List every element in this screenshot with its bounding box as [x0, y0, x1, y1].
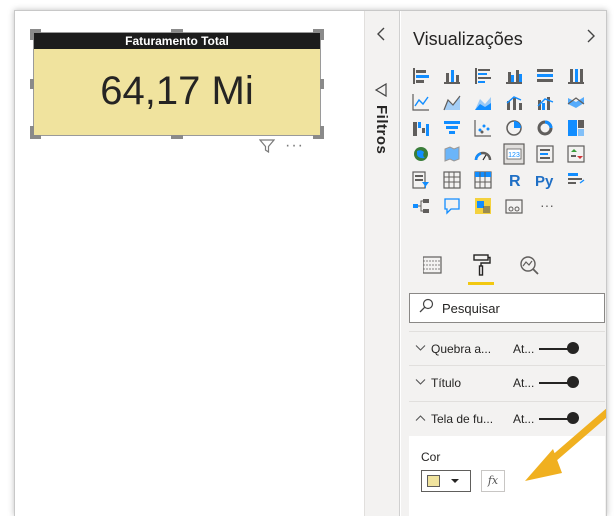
section-word-wrap[interactable]: Quebra a... At...	[409, 331, 605, 365]
fields-tab-icon[interactable]	[422, 256, 442, 274]
svg-text:Py: Py	[535, 173, 554, 190]
toggle-switch[interactable]	[567, 376, 579, 388]
section-state: At...	[513, 376, 535, 390]
section-state: At...	[513, 342, 535, 356]
svg-text:···: ···	[540, 197, 554, 213]
filled-map-icon[interactable]	[444, 146, 460, 162]
resize-handles-overlay[interactable]	[27, 26, 327, 146]
stacked-area-icon[interactable]	[475, 97, 491, 110]
line-chart-icon[interactable]	[412, 94, 429, 111]
chevron-down-icon[interactable]	[415, 341, 426, 355]
section-background[interactable]: Tela de fu... At...	[409, 401, 605, 435]
toggle-switch[interactable]	[567, 342, 579, 354]
gauge-icon[interactable]	[474, 151, 492, 161]
python-visual-icon[interactable]: Py	[535, 173, 554, 190]
multirow-card-icon[interactable]	[536, 145, 554, 163]
section-state: At...	[513, 412, 535, 426]
paginated-icon[interactable]	[505, 199, 523, 214]
pane-tabs	[422, 249, 573, 285]
powerbi-report-frame: Faturamento Total 64,17 Mi ··· Filtros V…	[14, 10, 607, 516]
toggle-switch[interactable]	[567, 412, 579, 424]
slicer-icon[interactable]	[412, 171, 429, 189]
chevron-down-icon[interactable]	[415, 375, 426, 389]
chevron-up-icon[interactable]	[415, 411, 426, 425]
svg-text:123: 123	[508, 152, 520, 159]
format-search-box[interactable]: Pesquisar	[409, 293, 605, 323]
donut-icon[interactable]	[537, 120, 553, 136]
conditional-format-fx-button[interactable]: fx	[481, 470, 505, 492]
pane-tab-icons	[422, 254, 539, 276]
filter-icon[interactable]	[258, 139, 276, 158]
analytics-tab-icon[interactable]	[520, 256, 539, 275]
chevron-left-icon[interactable]	[376, 27, 386, 46]
color-label: Cor	[421, 450, 441, 464]
matrix-icon[interactable]	[474, 171, 492, 189]
visualizations-title: Visualizações	[413, 29, 523, 49]
report-canvas[interactable]: Faturamento Total 64,17 Mi ···	[15, 11, 364, 516]
section-title[interactable]: Título At...	[409, 365, 605, 401]
clustered-column-icon[interactable]	[506, 70, 522, 84]
search-icon	[419, 298, 434, 318]
filters-label[interactable]: Filtros	[373, 105, 390, 154]
search-input[interactable]: Pesquisar	[442, 301, 500, 316]
clustered-bar-icon[interactable]	[475, 68, 491, 84]
section-label: Tela de fu...	[431, 412, 494, 426]
area-chart-icon[interactable]	[443, 95, 461, 111]
table-icon[interactable]	[443, 171, 461, 189]
line-clustered-icon[interactable]	[537, 97, 554, 110]
funnel-icon[interactable]	[444, 121, 460, 134]
100-column-icon[interactable]	[568, 69, 584, 84]
stacked-column-icon[interactable]	[444, 70, 460, 84]
100-bar-icon[interactable]	[537, 69, 553, 82]
filter-triangle-icon	[374, 82, 388, 101]
more-visuals-icon[interactable]: ···	[540, 197, 554, 213]
visual-gallery: 123 R Py ···	[411, 64, 601, 249]
scatter-icon[interactable]	[474, 120, 491, 137]
map-icon[interactable]	[414, 147, 428, 161]
kpi-icon[interactable]	[567, 145, 585, 163]
treemap-icon[interactable]	[568, 120, 584, 136]
filters-pane-collapsed[interactable]: Filtros	[364, 11, 400, 516]
waterfall-icon[interactable]	[413, 122, 429, 136]
visualizations-pane: Visualizações 123 R Py ··· Pesquisar Que…	[401, 11, 606, 516]
color-picker-dropdown[interactable]	[421, 470, 471, 492]
pie-icon[interactable]	[506, 120, 522, 136]
ribbon-chart-icon[interactable]	[567, 97, 585, 108]
smart-narrative-icon[interactable]	[475, 198, 491, 214]
stacked-bar-icon[interactable]	[413, 68, 429, 84]
more-options-icon[interactable]: ···	[285, 137, 304, 155]
section-label: Quebra a...	[431, 342, 492, 356]
color-swatch	[427, 475, 440, 487]
chevron-down-icon	[448, 473, 462, 492]
svg-text:R: R	[509, 173, 521, 190]
visual-gallery-icons: 123 R Py ···	[412, 68, 585, 215]
format-paint-roller-icon[interactable]	[473, 254, 491, 276]
line-column-icon[interactable]	[506, 96, 522, 110]
section-label: Título	[431, 376, 462, 390]
chevron-right-icon[interactable]	[586, 29, 596, 48]
active-tab-indicator	[468, 282, 494, 285]
key-influencers-icon[interactable]	[568, 173, 585, 184]
r-visual-icon[interactable]: R	[509, 173, 521, 190]
qa-icon[interactable]	[444, 198, 460, 215]
decomposition-tree-icon[interactable]	[413, 199, 429, 213]
card-icon[interactable]: 123	[503, 143, 525, 165]
background-color-section: Cor fx	[409, 436, 605, 516]
